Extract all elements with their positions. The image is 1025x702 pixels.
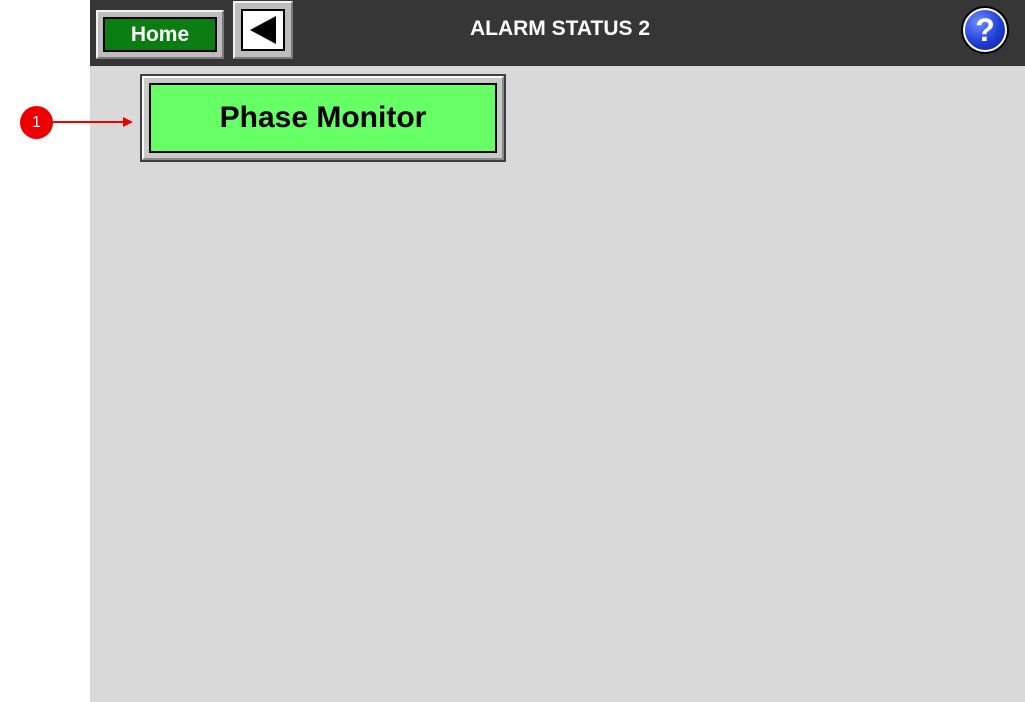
help-icon[interactable]: ?	[963, 8, 1007, 52]
back-arrow-icon	[250, 16, 276, 44]
phase-monitor-button[interactable]: Phase Monitor	[140, 74, 506, 162]
home-button-label: Home	[103, 17, 217, 52]
callout-badge: 1	[20, 106, 53, 139]
page-title: ALARM STATUS 2	[469, 17, 651, 40]
phase-monitor-bevel: Phase Monitor	[142, 76, 504, 160]
phase-monitor-label: Phase Monitor	[149, 83, 497, 153]
callout-arrow-head-icon	[123, 117, 133, 127]
callout-number: 1	[32, 113, 41, 131]
back-button[interactable]	[233, 1, 293, 59]
back-button-face	[241, 9, 285, 51]
help-label: ?	[975, 11, 995, 48]
callout-arrow-line	[53, 121, 123, 123]
home-button[interactable]: Home	[96, 10, 224, 59]
